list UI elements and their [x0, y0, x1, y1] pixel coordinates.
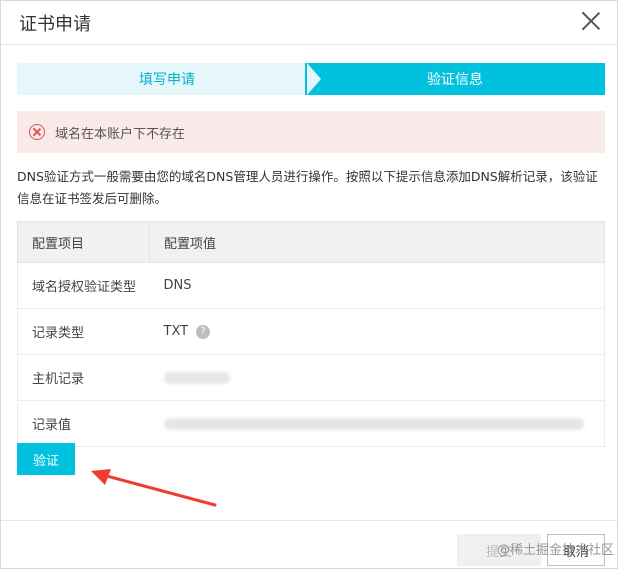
- error-alert: 域名在本账户下不存在: [17, 111, 605, 153]
- error-circle-icon: [29, 124, 45, 140]
- footer-divider: [1, 520, 619, 521]
- table-row: 记录类型 TXT?: [17, 308, 605, 355]
- table-header-row: 配置项目 配置项值: [17, 221, 605, 263]
- row-key: 主机记录: [17, 354, 150, 401]
- row-value: DNS: [149, 262, 605, 309]
- close-icon[interactable]: [579, 9, 603, 33]
- row-value-cell: TXT?: [149, 308, 605, 355]
- row-value-cell: [149, 354, 605, 401]
- step-fill-application: 填写申请: [17, 63, 317, 95]
- row-key: 域名授权验证类型: [17, 262, 150, 309]
- dns-description: DNS验证方式一般需要由您的域名DNS管理人员进行操作。按照以下提示信息添加DN…: [17, 169, 598, 206]
- watermark: @稀土掘金技术社区: [497, 543, 615, 558]
- help-icon[interactable]: ?: [196, 324, 211, 339]
- row-key: 记录值: [17, 400, 150, 447]
- alert-text: 域名在本账户下不存在: [55, 126, 186, 142]
- table-row: 主机记录: [17, 354, 605, 401]
- table-row: 记录值: [17, 400, 605, 447]
- step-verify-info: 验证信息: [305, 63, 605, 95]
- cert-apply-dialog: 证书申请 填写申请 验证信息 域名在本账户下不存在 DNS验证方式一般需要由您的…: [0, 0, 619, 569]
- config-table: 配置项目 配置项值 域名授权验证类型 DNS 记录类型 TXT? 主机记录 记录…: [17, 221, 605, 447]
- step-label: 填写申请: [139, 72, 195, 88]
- row-value[interactable]: TXT: [164, 324, 189, 339]
- redacted-host-record[interactable]: [163, 371, 230, 384]
- step-indicator: 填写申请 验证信息: [17, 63, 605, 95]
- row-value-cell: [149, 400, 605, 447]
- header-config-item: 配置项目: [17, 221, 150, 263]
- table-row: 域名授权验证类型 DNS: [17, 262, 605, 309]
- annotation-arrow-icon: [91, 469, 217, 507]
- verify-button[interactable]: 验证: [17, 443, 75, 475]
- step-label: 验证信息: [427, 72, 483, 88]
- header-config-value: 配置项值: [149, 221, 605, 263]
- row-key: 记录类型: [17, 308, 150, 355]
- redacted-record-value[interactable]: [163, 417, 584, 430]
- step-arrow: [307, 63, 321, 95]
- dialog-title: 证书申请: [19, 13, 91, 35]
- dialog-header: 证书申请: [1, 1, 617, 45]
